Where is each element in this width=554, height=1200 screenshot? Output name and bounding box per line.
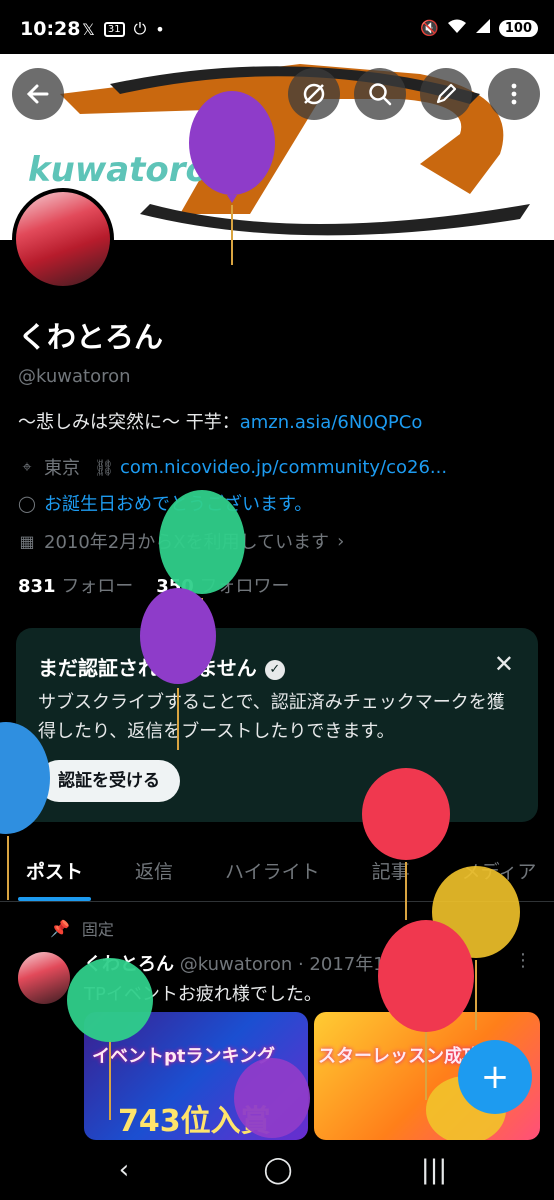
post-text: TPイベントお疲れ様でした。 [84,984,322,1005]
verified-badge-icon: ✓ [264,660,285,680]
followers-count: 350 [156,576,194,597]
joined-text: 2010年2月からXを利用しています [44,532,330,553]
location-text: 東京 [44,458,80,479]
edit-icon [436,83,457,104]
tab-media[interactable]: メディア [436,844,554,901]
close-icon[interactable]: ✕ [494,650,514,678]
power-icon: ⏻ [133,19,147,38]
search-button[interactable] [354,68,406,120]
followers-link[interactable]: 350 フォロワー [156,576,289,597]
post-author-name[interactable]: くわとろん [84,954,174,975]
more-button[interactable] [488,68,540,120]
post-header: くわとろん @kuwatoron · 2017年11月27日 [84,950,455,976]
system-nav-bar: ‹ ◯ ||| [0,1140,554,1200]
mute-icon: 🔇 [420,19,439,37]
calendar-icon: ▦ [19,531,35,551]
joined-row[interactable]: ▦ 2010年2月からXを利用しています › [18,528,344,554]
follow-stats: 831 フォロー 350 フォロワー [18,572,290,598]
pinned-indicator: 📌 固定 [50,916,114,940]
tab-articles[interactable]: 記事 [346,844,436,901]
verification-title-row: まだ認証されていません ✓ [38,652,285,681]
x-logo-icon: 𝕏 [82,19,95,39]
calendar-31-icon: 31 [103,21,125,37]
tab-highlights[interactable]: ハイライト [199,844,346,901]
profile-tabs: ポスト 返信 ハイライト 記事 メディア [0,844,554,902]
media-left-rank: 743位入賞 [118,1104,271,1139]
status-time: 10:28 [20,18,81,40]
more-icon [511,83,517,105]
banner-text: kuwatoronn [28,150,258,190]
home-nav-icon[interactable]: ◯ [258,1152,298,1188]
pinned-label: 固定 [81,920,114,939]
dot-icon: • [155,19,165,39]
back-nav-icon[interactable]: ‹ [104,1152,144,1188]
website-link[interactable]: com.nicovideo.jp/community/co26... [120,457,447,478]
get-verified-button[interactable]: 認証を受ける [38,760,180,802]
battery-indicator: 100 [498,19,538,37]
tab-posts[interactable]: ポスト [0,844,109,901]
following-count: 831 [18,576,56,597]
bio-link[interactable]: amzn.asia/6N0QPCo [240,412,423,433]
post-media-left[interactable]: イベントptランキング 743位入賞 [84,1012,308,1140]
post-more-icon[interactable]: ⋮ [514,950,532,971]
following-label: フォロー [61,576,134,597]
status-right-icons: 🔇 100 [420,18,538,38]
link-icon: ⛓ [94,457,115,477]
grok-icon [303,83,325,105]
tab-replies[interactable]: 返信 [109,844,199,901]
chevron-right-icon: › [337,530,345,552]
bio-text: 〜悲しみは突然に〜 干芋： [18,412,240,433]
post-avatar[interactable] [18,952,70,1004]
recents-nav-icon[interactable]: ||| [414,1152,454,1188]
post-meta: @kuwatoron · 2017年11月27日 [179,954,456,975]
balloon-icon: ◯ [18,493,36,513]
wifi-icon [447,18,467,38]
search-icon [369,83,392,106]
pin-icon: 📌 [50,918,70,938]
edit-button[interactable] [420,68,472,120]
avatar-image [16,192,110,286]
status-bar: 10:28 𝕏 31 ⏻ • 🔇 100 [0,0,554,54]
profile-bio: 〜悲しみは突然に〜 干芋：amzn.asia/6N0QPCo [18,408,422,434]
profile-avatar[interactable] [12,188,114,290]
signal-icon [475,18,491,38]
grok-button[interactable] [288,68,340,120]
media-left-caption: イベントptランキング [92,1046,275,1067]
location-pin-icon: ⌖ [22,457,32,476]
following-link[interactable]: 831 フォロー [18,576,133,597]
verification-title: まだ認証されていません [38,656,257,680]
location-website-row: ⌖ 東京 ⛓ com.nicovideo.jp/community/co26..… [18,454,447,480]
followers-label: フォロワー [199,576,290,597]
back-button[interactable] [12,68,64,120]
status-left-icons: 𝕏 31 ⏻ • [82,19,165,39]
profile-name: くわとろん [18,320,164,354]
compose-fab-button[interactable]: + [458,1040,532,1114]
profile-handle: @kuwatoron [18,366,131,387]
back-icon [26,84,49,104]
verification-card: まだ認証されていません ✓ ✕ サブスクライブすることで、認証済みチェックマークを… [16,628,538,822]
verification-description: サブスクライブすることで、認証済みチェックマークを獲得したり、返信をブーストした… [38,692,505,742]
birthday-text: お誕生日おめでとうございます。 [44,494,313,515]
birthday-row: ◯ お誕生日おめでとうございます。 [18,490,312,516]
